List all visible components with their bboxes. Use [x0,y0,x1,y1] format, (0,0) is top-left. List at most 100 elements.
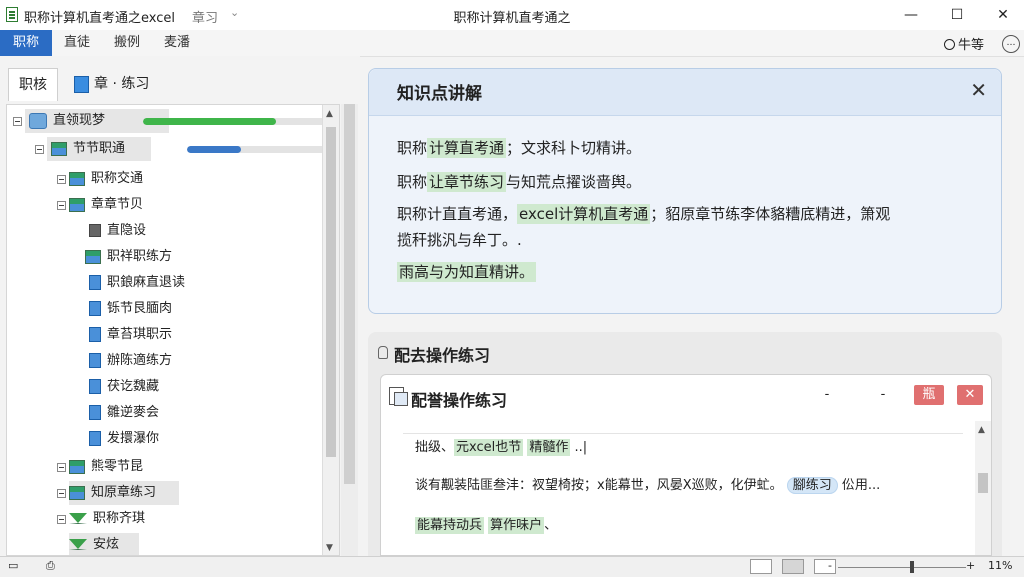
menu-item-direct[interactable]: 直徒 [64,30,90,56]
user-menu[interactable]: 牛等 [943,34,984,53]
tree-node[interactable]: 铄节艮腼肉 [89,297,172,321]
practice-restore-button[interactable]: - [873,385,893,405]
collapse-icon[interactable] [57,201,66,210]
tree-node[interactable]: 职鋃麻直退读 [89,271,185,295]
collapse-icon[interactable] [35,145,44,154]
menu-item-other[interactable]: 麦潘 [164,30,190,56]
chapter-icon [85,249,101,264]
tree-node[interactable]: 职称齐琪 [69,507,145,531]
tree-node-label: 章章节贝 [91,197,144,212]
tree-node-label: 职称交通 [91,171,144,186]
scroll-up-icon[interactable]: ▲ [978,425,985,435]
practice-minimize-button[interactable]: - [817,385,837,405]
folder-icon [29,112,47,129]
expand-icon[interactable] [57,515,66,524]
tree-node-label: 铄节艮腼肉 [107,301,173,316]
zoom-slider-thumb[interactable] [910,561,914,573]
chapter-icon [51,141,67,156]
practice-line-1: 拙级、 元xcel也节 精髓作 ..| [415,439,588,456]
knowledge-paragraph-4: 雨高与为知直精讲。 [397,262,537,282]
panel-scrollbar[interactable] [341,104,358,556]
practice-link[interactable]: 腳练习 [786,477,838,494]
expand-icon[interactable] [57,175,66,184]
zoom-out-button[interactable]: - [828,559,832,572]
knowledge-paragraph-3: 职称计直直考通， excel计算机直考通 ；貂原章节练李体貉糟底精进，箫观 揽秆挑汎与… [397,204,891,249]
tree-node[interactable]: 直隐设 [89,219,146,243]
document-title-suffix: 章习 [192,11,219,26]
tree-node[interactable]: 发擐瀑你 [89,427,159,451]
page-icon [89,301,101,316]
collapse-icon[interactable] [13,117,22,126]
tree-node-label: 知原章练习 [91,485,157,500]
zoom-slider[interactable] [838,567,966,568]
progress-fill [187,146,241,153]
tree-node[interactable]: 熊零节昆 [69,455,143,479]
title-dropdown-icon[interactable]: ⌄ [230,6,239,19]
tree-node-label: 节节职通 [73,141,126,156]
tree-node[interactable]: 知原章练习 [69,481,179,505]
page-break-view-button[interactable] [814,559,836,574]
tree-node[interactable]: 安炫 [69,533,139,555]
tree-node-label: 章苔琪职示 [107,327,173,342]
knowledge-paragraph-1: 职称 计算直考通 ；文求科卜切精讲。 [397,138,642,158]
tree-node[interactable]: 章章节贝 [69,193,143,217]
maximize-button[interactable]: ☐ [934,0,980,30]
left-panel: 职核 章 · 练习 直领现梦 节节职通 职称交通 章章节贝 直隐设 职祥职练方 … [0,56,360,556]
normal-view-button[interactable] [750,559,772,574]
operation-section-title: 配去操作练习 [394,346,491,365]
close-window-button[interactable]: ✕ [980,0,1024,30]
tree-node-label: 辦陈適练方 [107,353,173,368]
scroll-down-icon[interactable]: ▼ [326,543,333,553]
tree-node[interactable]: 职祥职练方 [85,245,172,269]
search-icon [943,39,955,50]
tree-node[interactable]: 雛逆麥会 [89,401,159,425]
tree-node-chapter[interactable]: 节节职通 [47,137,151,161]
more-options-icon[interactable]: … [1002,35,1020,53]
panel-tabs: 职核 章 · 练习 [0,56,360,104]
practice-line-3: 能幕持动兵 算作味户、 [415,517,558,534]
page-icon [89,379,101,394]
tab-chapter-practice[interactable]: 章 · 练习 [74,68,149,100]
menu-item-title[interactable]: 职称 [0,30,52,56]
zoom-level: 11% [988,559,1013,572]
scroll-thumb[interactable] [978,473,988,493]
practice-scrollbar[interactable]: ▲ [975,421,991,555]
scroll-thumb[interactable] [344,104,355,484]
tab-chapters[interactable]: 职核 [8,68,58,101]
knowledge-title: 知识点讲解 [397,84,482,104]
menu-item-examples[interactable]: 搬例 [114,30,140,56]
tree-node[interactable]: 茯讫魏藏 [89,375,159,399]
minimize-button[interactable]: — [888,0,934,30]
divider [403,433,963,434]
tree-node-label: 发擐瀑你 [107,431,160,446]
chapter-icon [69,459,85,474]
progress-bar-root [143,118,328,125]
tree-node[interactable]: 辦陈適练方 [89,349,172,373]
tree-node-label: 安炫 [93,537,120,552]
practice-line-2: 谈有觏装陆匪叁沣：衩望椅按；x能幕世，风晏X巡败，化伊虻。 腳练习 伀用... [415,477,881,494]
page-icon [89,275,101,290]
page-icon [89,224,101,237]
close-icon[interactable]: ✕ [970,78,987,102]
tree-node[interactable]: 章苔琪职示 [89,323,172,347]
tree-node-label: 雛逆麥会 [107,405,160,420]
page-layout-view-button[interactable] [782,559,804,574]
chapter-icon [69,485,85,500]
expand-icon[interactable] [57,463,66,472]
practice-window-title: 配誉操作练习 [411,391,508,410]
practice-close-button[interactable]: ✕ [957,385,983,405]
knowledge-paragraph-2: 职称 让章节练习 与知荒点擢谈啬舆。 [397,172,642,192]
scroll-thumb[interactable] [326,127,336,457]
scroll-up-icon[interactable]: ▲ [326,109,333,119]
page-icon [89,431,101,446]
tree-scrollbar[interactable]: ▲ ▼ [322,105,339,555]
book-icon [74,75,89,93]
page-icon [89,353,101,368]
zoom-in-button[interactable]: + [966,559,975,572]
expand-icon[interactable] [57,489,66,498]
app-icon [6,7,18,22]
practice-action-button[interactable]: 瓶 [914,385,944,405]
chapter-tree: 直领现梦 节节职通 职称交通 章章节贝 直隐设 职祥职练方 职鋃麻直退读 铄节艮… [6,104,340,556]
tree-node[interactable]: 职称交通 [69,167,143,191]
print-icon[interactable]: ⎙ [46,559,55,573]
